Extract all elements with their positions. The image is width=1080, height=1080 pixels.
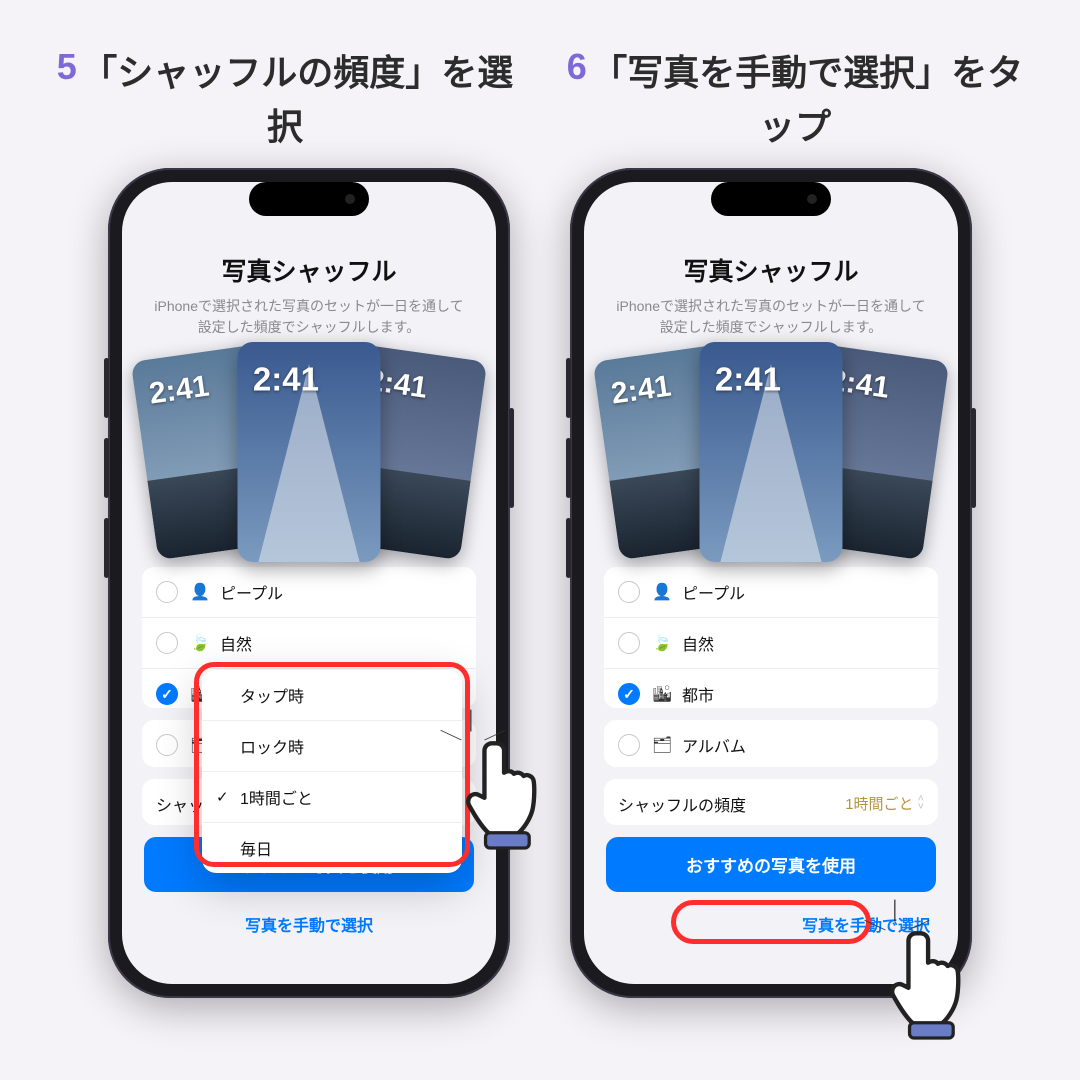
album-group: 🗂 アルバム — [604, 720, 938, 766]
phone-frame-left: 写真シャッフル iPhoneで選択された写真のセットが一日を通して設定した頻度で… — [108, 168, 510, 998]
city-icon: 🏙 — [652, 684, 672, 704]
preview-clock: 2:41 — [253, 361, 319, 398]
wallpaper-preview: 2:41 2:41 2:41 — [600, 354, 942, 549]
frequency-value: 1時間ごと ˄˅ — [845, 793, 924, 814]
radio-unchecked-icon — [618, 632, 640, 654]
category-label: アルバム — [682, 733, 746, 757]
category-people[interactable]: 👤 ピープル — [142, 567, 476, 617]
popup-option-label: 毎日 — [240, 842, 272, 859]
screen-left: 写真シャッフル iPhoneで選択された写真のセットが一日を通して設定した頻度で… — [122, 182, 496, 984]
radio-unchecked-icon — [156, 632, 178, 654]
dynamic-island — [249, 182, 369, 216]
radio-checked-icon — [618, 683, 640, 705]
frequency-label: シャッフルの頻度 — [618, 792, 746, 816]
popup-option-label: ロック時 — [240, 740, 304, 757]
category-nature[interactable]: 🍃 自然 — [604, 617, 938, 668]
popup-option-daily[interactable]: 毎日 — [202, 822, 462, 873]
screen-title: 写真シャッフル — [610, 252, 932, 288]
screen-right: 写真シャッフル iPhoneで選択された写真のセットが一日を通して設定した頻度で… — [584, 182, 958, 984]
popup-option-tap[interactable]: タップ時 — [202, 670, 462, 720]
preview-clock: 2:41 — [147, 369, 211, 411]
screen-subtitle: iPhoneで選択された写真のセットが一日を通して設定した頻度でシャッフルします… — [610, 296, 932, 338]
screen-title: 写真シャッフル — [148, 252, 470, 288]
popup-option-label: 1時間ごと — [240, 791, 313, 808]
phone-frame-right: 写真シャッフル iPhoneで選択された写真のセットが一日を通して設定した頻度で… — [570, 168, 972, 998]
category-label: 自然 — [682, 631, 714, 655]
choose-photos-manually-button[interactable]: 写真を手動で選択 — [239, 906, 379, 942]
shuffle-frequency-row[interactable]: シャッフルの頻度 1時間ごと ˄˅ — [604, 779, 938, 825]
category-people[interactable]: 👤 ピープル — [604, 567, 938, 617]
screen-header: 写真シャッフル iPhoneで選択された写真のセットが一日を通して設定した頻度で… — [142, 252, 476, 338]
step-label: 「シャッフルの頻度」を選択 — [81, 52, 513, 147]
category-label: ピープル — [682, 580, 745, 604]
category-label: 都市 — [682, 682, 714, 706]
radio-unchecked-icon — [618, 581, 640, 603]
step-5-title: 5 「シャッフルの頻度」を選択 — [40, 46, 530, 154]
popup-option-label: タップ時 — [240, 689, 304, 706]
chevron-updown-icon: ˄˅ — [918, 796, 924, 811]
radio-unchecked-icon — [618, 734, 640, 756]
category-label: ピープル — [220, 580, 283, 604]
dynamic-island — [711, 182, 831, 216]
preview-clock: 2:41 — [715, 361, 781, 398]
preview-clock: 2:41 — [609, 369, 673, 411]
category-label: 自然 — [220, 631, 252, 655]
frequency-popup: タップ時 ロック時 ✓ 1時間ごと 毎日 — [202, 670, 462, 873]
frequency-group: シャッフルの頻度 1時間ごと ˄˅ — [604, 779, 938, 825]
popup-option-lock[interactable]: ロック時 — [202, 720, 462, 771]
checkmark-icon: ✓ — [216, 788, 229, 806]
category-city[interactable]: 🏙 都市 — [604, 668, 938, 708]
wallpaper-preview: 2:41 2:41 2:41 — [138, 354, 480, 549]
step-label: 「写真を手動で選択」をタップ — [591, 52, 1023, 147]
person-icon: 👤 — [652, 582, 672, 602]
step-6-title: 6 「写真を手動で選択」をタップ — [550, 46, 1040, 154]
radio-checked-icon — [156, 683, 178, 705]
category-nature[interactable]: 🍃 自然 — [142, 617, 476, 668]
popup-option-hourly[interactable]: ✓ 1時間ごと — [202, 771, 462, 822]
leaf-icon: 🍃 — [652, 633, 672, 653]
album-icon: 🗂 — [652, 735, 672, 755]
category-album[interactable]: 🗂 アルバム — [604, 720, 938, 766]
leaf-icon: 🍃 — [190, 633, 210, 653]
choose-photos-manually-button[interactable]: 写真を手動で選択 — [796, 906, 936, 942]
step-number: 6 — [567, 46, 587, 87]
use-suggested-photos-button[interactable]: おすすめの写真を使用 — [606, 837, 936, 892]
radio-unchecked-icon — [156, 734, 178, 756]
screen-header: 写真シャッフル iPhoneで選択された写真のセットが一日を通して設定した頻度で… — [604, 252, 938, 338]
step-titles: 5 「シャッフルの頻度」を選択 6 「写真を手動で選択」をタップ — [0, 0, 1080, 164]
step-number: 5 — [57, 46, 77, 87]
person-icon: 👤 — [190, 582, 210, 602]
radio-unchecked-icon — [156, 581, 178, 603]
screen-subtitle: iPhoneで選択された写真のセットが一日を通して設定した頻度でシャッフルします… — [148, 296, 470, 338]
category-list: 👤 ピープル 🍃 自然 🏙 都市 — [604, 567, 938, 708]
